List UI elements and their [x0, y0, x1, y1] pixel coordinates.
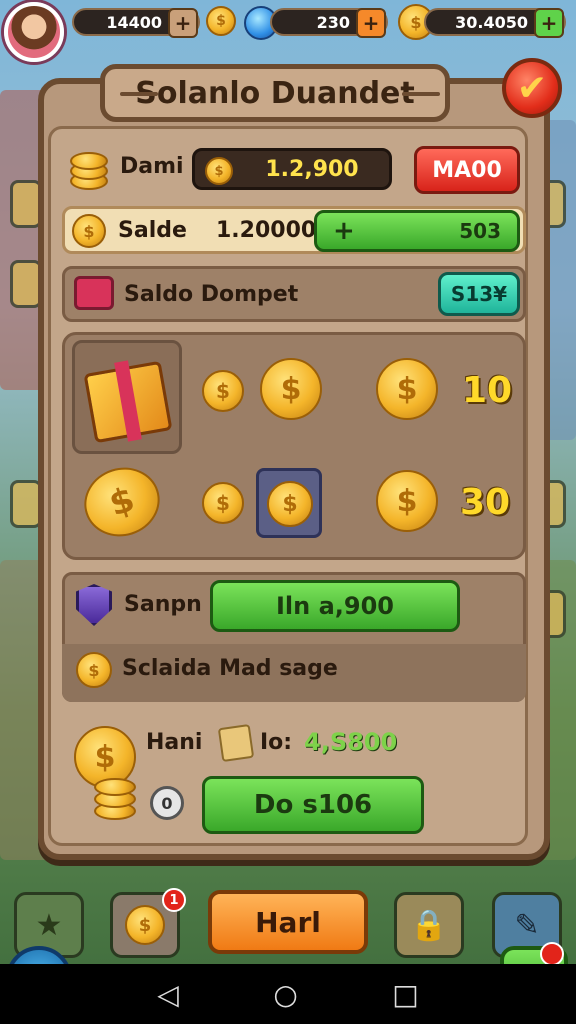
saldo-topup-button[interactable]: + 503	[314, 210, 520, 252]
home-icon[interactable]: ○	[273, 978, 297, 1011]
dami-value-box: $ 1.2,900	[192, 148, 392, 190]
star-icon: ★	[35, 907, 63, 943]
reward-value-2: 30	[460, 482, 511, 523]
hani-label: Hani	[146, 730, 203, 755]
coin-icon: $	[202, 482, 244, 524]
back-icon[interactable]: ◁	[157, 978, 179, 1011]
saldo-topup-value: 503	[459, 219, 501, 243]
coins-value: 14400	[106, 12, 162, 32]
coins-counter: 14400 +	[72, 8, 200, 38]
add-gold-button[interactable]: +	[534, 8, 564, 38]
title-ornament-right	[402, 92, 440, 96]
menu-notification-badge	[540, 942, 564, 966]
coin-stack-icon	[70, 148, 110, 192]
coin-icon: $	[76, 652, 112, 688]
selected-coin-slot[interactable]: $	[256, 468, 322, 538]
coin-icon: $	[202, 370, 244, 412]
recents-icon[interactable]: □	[392, 978, 418, 1011]
scroll-icon	[217, 723, 255, 763]
gold-counter: 30.4050 +	[424, 8, 566, 38]
coin-icon: $	[125, 905, 165, 945]
do-value: 4,S800	[304, 728, 398, 756]
coin-icon: $	[376, 358, 438, 420]
notification-badge: 1	[162, 888, 186, 912]
coin-icon: $	[72, 214, 106, 248]
coin-icon: $	[260, 358, 322, 420]
add-coins-button[interactable]: +	[168, 8, 198, 38]
dompet-button[interactable]: S13¥	[438, 272, 520, 316]
plus-icon: +	[333, 216, 355, 246]
dompet-label: Saldo Dompet	[124, 282, 299, 307]
zero-counter[interactable]: 0	[150, 786, 184, 820]
lock-icon: 🔒	[410, 907, 448, 943]
gems-counter: 230 +	[270, 8, 388, 38]
coin-icon: $	[205, 157, 233, 185]
gift-slot[interactable]	[72, 340, 182, 454]
reward-value-1: 10	[462, 370, 513, 411]
panel-title: Solanlo Duandet	[135, 75, 415, 111]
max-button[interactable]: MA00	[414, 146, 520, 194]
top-hud: 14400 + $ 230 + $ 30.4050 +	[0, 0, 576, 62]
zero-label: 0	[161, 793, 173, 813]
badge-count: 1	[169, 892, 179, 908]
coin-icon: $	[376, 470, 438, 532]
player-avatar[interactable]	[4, 2, 64, 62]
sanpn-button[interactable]: Iln a,900	[210, 580, 460, 632]
message-label: Sclaida Mad sage	[122, 656, 338, 681]
saldo-label: Salde	[118, 218, 187, 243]
main-action-button[interactable]: Harl	[208, 890, 368, 954]
lock-button[interactable]: 🔒	[394, 892, 464, 958]
dami-value: 1.2,900	[265, 156, 359, 182]
coin-stack-icon	[94, 776, 138, 822]
deposit-button[interactable]: Do s106	[202, 776, 424, 834]
coin-icon: $	[267, 481, 313, 527]
do-label: Io:	[260, 730, 293, 755]
coin-icon: $	[206, 6, 236, 36]
title-ornament-left	[120, 92, 158, 96]
gold-value: 30.4050	[455, 12, 528, 32]
gift-box-icon	[74, 276, 114, 310]
gems-value: 230	[316, 12, 350, 32]
sanpn-label: Sanpn	[124, 592, 202, 617]
checkmark-icon: ✔	[516, 67, 548, 109]
saldo-value: 1.20000	[216, 218, 317, 243]
wrench-icon: ✎	[514, 907, 540, 943]
system-nav-bar: ◁ ○ □	[0, 964, 576, 1024]
add-gems-button[interactable]: +	[356, 8, 386, 38]
bottom-action-bar: ★ $ 1 Harl 🔒 ✎	[0, 880, 576, 964]
confirm-button[interactable]: ✔	[502, 58, 562, 118]
dami-label: Dami	[120, 154, 184, 179]
